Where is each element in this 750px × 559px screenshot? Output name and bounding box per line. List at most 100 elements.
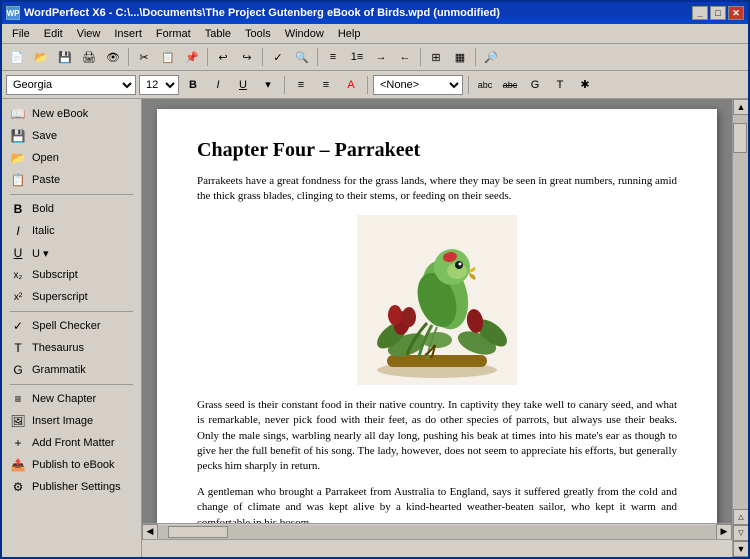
toolbar-sep-2	[207, 48, 208, 66]
sidebar-item-insert-image[interactable]: 🖼 Insert Image	[2, 410, 141, 432]
sidebar-item-save[interactable]: 💾 Save	[2, 125, 141, 147]
paragraph-2: Grass seed is their constant food in the…	[197, 398, 677, 475]
bird-image-container	[197, 215, 677, 388]
close-button[interactable]: ✕	[728, 6, 744, 20]
sidebar-item-thesaurus[interactable]: T Thesaurus	[2, 337, 141, 359]
menu-format[interactable]: Format	[150, 26, 197, 42]
paste-icon: 📋	[10, 172, 26, 188]
sidebar-item-add-front-matter[interactable]: + Add Front Matter	[2, 432, 141, 454]
numbering-button[interactable]: 1≡	[346, 46, 368, 68]
bold-button[interactable]: B	[182, 75, 204, 95]
chapter-title: Chapter Four – Parrakeet	[197, 139, 677, 162]
minimize-button[interactable]: _	[692, 6, 708, 20]
sidebar-item-new-ebook[interactable]: 📖 New eBook	[2, 103, 141, 125]
style-selector[interactable]: <None>	[373, 75, 463, 95]
publisher-settings-icon: ⚙	[10, 479, 26, 495]
open-icon: 📂	[10, 150, 26, 166]
font-color-button[interactable]: A	[340, 75, 362, 95]
menu-tools[interactable]: Tools	[239, 26, 277, 42]
h-scroll-track[interactable]	[158, 525, 716, 539]
sidebar: 📖 New eBook 💾 Save 📂 Open 📋 Paste B Bold	[2, 99, 142, 557]
redo-button[interactable]: ↪	[236, 46, 258, 68]
justify-left-button[interactable]: ≡	[290, 75, 312, 95]
find-button[interactable]: 🔍	[291, 46, 313, 68]
sidebar-label-publish-ebook: Publish to eBook	[32, 459, 115, 471]
sidebar-item-superscript[interactable]: x² Superscript	[2, 286, 141, 308]
menu-file[interactable]: File	[6, 26, 36, 42]
toolbar-sep-3	[262, 48, 263, 66]
title-bar-left: WP WordPerfect X6 - C:\...\Documents\The…	[6, 6, 500, 20]
save-button[interactable]: 💾	[54, 46, 76, 68]
horizontal-scrollbar: ◀ ▶	[142, 523, 732, 539]
scroll-right-button[interactable]: ▶	[716, 524, 732, 540]
sidebar-item-new-chapter[interactable]: ≡ New Chapter	[2, 388, 141, 410]
sidebar-label-spell-checker: Spell Checker	[32, 320, 100, 332]
app-icon: WP	[6, 6, 20, 20]
thesaurus-toolbar-button[interactable]: T	[549, 75, 571, 95]
copy-button[interactable]: 📋	[157, 46, 179, 68]
sidebar-item-subscript[interactable]: x₂ Subscript	[2, 264, 141, 286]
preview-button[interactable]: 👁	[102, 46, 124, 68]
menu-window[interactable]: Window	[279, 26, 330, 42]
paste-button[interactable]: 📌	[181, 46, 203, 68]
scroll-left-button[interactable]: ◀	[142, 524, 158, 540]
document-scroll[interactable]: Chapter Four – Parrakeet Parrakeets have…	[142, 99, 732, 523]
macro-button[interactable]: ✱	[574, 75, 596, 95]
columns-button[interactable]: ▦	[449, 46, 471, 68]
sidebar-item-grammatik[interactable]: G Grammatik	[2, 359, 141, 381]
sidebar-item-open[interactable]: 📂 Open	[2, 147, 141, 169]
justify-center-button[interactable]: ≡	[315, 75, 337, 95]
underline-dropdown[interactable]: ▾	[257, 75, 279, 95]
undo-button[interactable]: ↩	[212, 46, 234, 68]
save-icon: 💾	[10, 128, 26, 144]
open-button[interactable]: 📂	[30, 46, 52, 68]
sidebar-item-underline[interactable]: U U ▾	[2, 242, 141, 264]
toolbar-sep-1	[128, 48, 129, 66]
sidebar-item-paste[interactable]: 📋 Paste	[2, 169, 141, 191]
sidebar-label-save: Save	[32, 130, 57, 142]
status-bar	[142, 539, 732, 557]
add-front-matter-icon: +	[10, 435, 26, 451]
cut-button[interactable]: ✂	[133, 46, 155, 68]
scroll-up-button[interactable]: ▲	[733, 99, 748, 115]
indent-button[interactable]: →	[370, 46, 392, 68]
sidebar-item-publish-ebook[interactable]: 📤 Publish to eBook	[2, 454, 141, 476]
h-scroll-thumb[interactable]	[168, 526, 228, 538]
scroll-page-down[interactable]: ▽	[733, 525, 748, 541]
outdent-button[interactable]: ←	[394, 46, 416, 68]
new-button[interactable]: 📄	[6, 46, 28, 68]
grammar-button[interactable]: G	[524, 75, 546, 95]
menu-table[interactable]: Table	[199, 26, 237, 42]
menu-view[interactable]: View	[71, 26, 107, 42]
menu-edit[interactable]: Edit	[38, 26, 69, 42]
font-selector[interactable]: Georgia	[6, 75, 136, 95]
v-scroll-track[interactable]	[733, 115, 748, 509]
menu-insert[interactable]: Insert	[108, 26, 148, 42]
scroll-down-button[interactable]: ▼	[733, 541, 748, 557]
spell-button[interactable]: ✓	[267, 46, 289, 68]
v-scroll-thumb[interactable]	[733, 123, 747, 153]
font-size-selector[interactable]: 12	[139, 75, 179, 95]
sidebar-item-bold[interactable]: B Bold	[2, 198, 141, 220]
sidebar-item-spell-checker[interactable]: ✓ Spell Checker	[2, 315, 141, 337]
grammatik-icon: G	[10, 362, 26, 378]
print-button[interactable]: 🖨	[78, 46, 100, 68]
spellcheck-abc2[interactable]: abc	[499, 75, 521, 95]
sidebar-label-paste: Paste	[32, 174, 60, 186]
scroll-page-up[interactable]: △	[733, 509, 748, 525]
spellcheck-abc1[interactable]: abc	[474, 75, 496, 95]
italic-button[interactable]: I	[207, 75, 229, 95]
underline-button[interactable]: U	[232, 75, 254, 95]
sidebar-label-insert-image: Insert Image	[32, 415, 93, 427]
bold-sidebar-icon: B	[10, 201, 26, 217]
table-button[interactable]: ⊞	[425, 46, 447, 68]
underline-sidebar-icon: U	[10, 245, 26, 261]
zoom-button[interactable]: 🔎	[480, 46, 502, 68]
paragraph-3: A gentleman who brought a Parrakeet from…	[197, 485, 677, 523]
bullets-button[interactable]: ≡	[322, 46, 344, 68]
sidebar-item-publisher-settings[interactable]: ⚙ Publisher Settings	[2, 476, 141, 498]
sidebar-label-thesaurus: Thesaurus	[32, 342, 84, 354]
sidebar-item-italic[interactable]: I Italic	[2, 220, 141, 242]
menu-help[interactable]: Help	[332, 26, 367, 42]
maximize-button[interactable]: □	[710, 6, 726, 20]
